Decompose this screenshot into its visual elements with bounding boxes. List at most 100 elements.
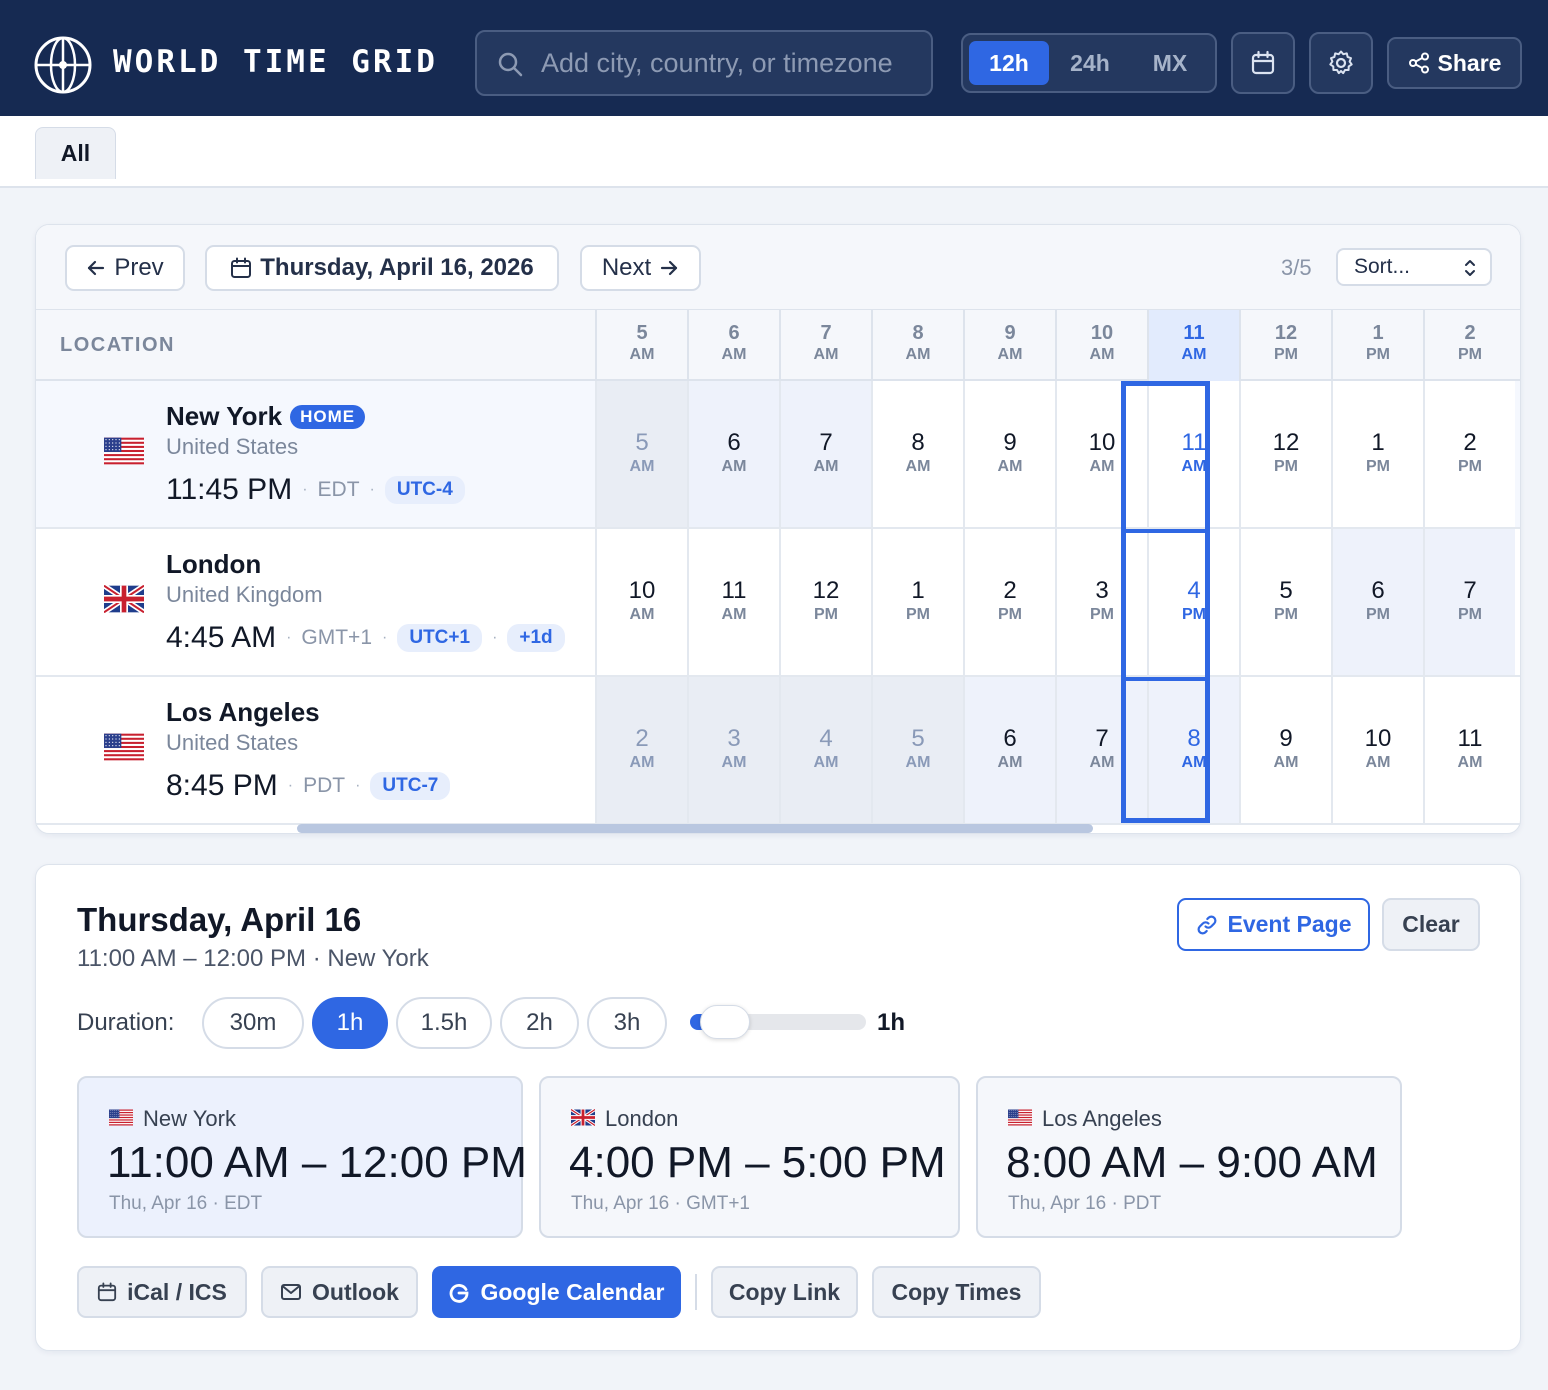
hour-period: AM — [629, 458, 655, 475]
tz-card-range: 8:00 AM – 9:00 AM — [1006, 1138, 1378, 1187]
hour-number: 12 — [1272, 429, 1300, 456]
location-row: Los Angeles United States 8:45 PM · PDT · UTC-… — [36, 677, 1520, 825]
date-picker-button[interactable]: Thursday, April 16, 2026 — [205, 245, 559, 291]
event-page-button[interactable]: Event Page — [1177, 898, 1370, 951]
format-24h-button[interactable]: 24h — [1051, 41, 1129, 85]
hour-header[interactable]: 2 PM — [1423, 310, 1515, 381]
hour-cell[interactable]: 10 AM — [1055, 381, 1147, 527]
hour-period: PM — [1458, 606, 1482, 623]
slider-handle[interactable] — [700, 1005, 750, 1039]
tz-card-meta: Thu, Apr 16 · GMT+1 — [571, 1193, 750, 1214]
hour-header[interactable]: 9 AM — [963, 310, 1055, 381]
duration-3h-chip[interactable]: 3h — [587, 997, 667, 1049]
prev-button[interactable]: Prev — [65, 245, 185, 291]
sort-select[interactable]: Sort... — [1336, 248, 1492, 286]
hour-number: 1 — [1372, 322, 1384, 344]
search-input[interactable] — [541, 40, 921, 86]
location-header: LOCATION — [60, 334, 175, 356]
hour-cell[interactable]: 6 AM — [963, 677, 1055, 823]
calendar-button[interactable] — [1231, 32, 1295, 94]
event-title: Thursday, April 16 — [77, 901, 362, 938]
hour-cell[interactable]: 11 AM — [1147, 381, 1239, 527]
home-badge: HOME — [290, 405, 366, 429]
hour-cell[interactable]: 8 AM — [871, 381, 963, 527]
hour-period: AM — [629, 754, 655, 771]
hour-cell[interactable]: 12 PM — [1239, 381, 1331, 527]
duration-30m-chip[interactable]: 30m — [202, 997, 304, 1049]
ical-button[interactable]: iCal / ICS — [77, 1266, 247, 1318]
hour-cell[interactable]: 10 AM — [1331, 677, 1423, 823]
tab-all[interactable]: All — [35, 127, 116, 179]
hour-cell[interactable]: 12 PM — [779, 529, 871, 675]
hour-cell[interactable]: 11 AM — [1423, 677, 1515, 823]
format-mx-button[interactable]: MX — [1131, 41, 1209, 85]
uk-flag-icon — [102, 583, 146, 615]
hour-cell[interactable]: 5 AM — [595, 381, 687, 527]
hour-cell[interactable]: 1 PM — [1331, 381, 1423, 527]
hour-header[interactable]: 5 AM — [595, 310, 687, 381]
next-button[interactable]: Next — [580, 245, 701, 291]
mail-icon — [281, 1284, 302, 1300]
hour-period: AM — [905, 754, 931, 771]
hour-number: 7 — [1095, 725, 1109, 752]
hour-cell[interactable]: 10 AM — [595, 529, 687, 675]
settings-button[interactable] — [1309, 32, 1373, 94]
share-button[interactable]: Share — [1387, 37, 1522, 89]
hour-cell[interactable]: 6 PM — [1331, 529, 1423, 675]
hour-header[interactable]: 12 PM — [1239, 310, 1331, 381]
hour-number: 1 — [1371, 429, 1385, 456]
tz-card-range: 11:00 AM – 12:00 PM — [107, 1138, 527, 1187]
hour-cell[interactable]: 7 PM — [1423, 529, 1515, 675]
hour-header[interactable]: 11 AM — [1147, 310, 1239, 381]
hour-header[interactable]: 7 AM — [779, 310, 871, 381]
hour-cell[interactable]: 3 AM — [687, 677, 779, 823]
hour-cell[interactable]: 7 AM — [779, 381, 871, 527]
hour-cell[interactable]: 4 PM — [1147, 529, 1239, 675]
hour-header[interactable]: 8 AM — [871, 310, 963, 381]
hour-header[interactable]: 1 PM — [1331, 310, 1423, 381]
duration-2h-chip[interactable]: 2h — [500, 997, 579, 1049]
hour-number: 11 — [1457, 725, 1483, 752]
copy-link-label: Copy Link — [728, 1278, 841, 1305]
google-calendar-button[interactable]: Google Calendar — [432, 1266, 681, 1318]
hour-cell[interactable]: 2 AM — [595, 677, 687, 823]
duration-1h-chip[interactable]: 1h — [312, 997, 388, 1049]
hour-cell[interactable]: 5 PM — [1239, 529, 1331, 675]
duration-slider[interactable] — [690, 1005, 866, 1039]
hour-number: 6 — [727, 429, 741, 456]
hour-period: AM — [813, 346, 839, 363]
horizontal-scrollbar[interactable] — [297, 824, 1093, 833]
hour-cell[interactable]: 1 PM — [871, 529, 963, 675]
hour-number: 11 — [1183, 322, 1205, 344]
hour-cell[interactable]: 2 PM — [963, 529, 1055, 675]
hour-number: 7 — [820, 322, 832, 344]
hour-cell[interactable]: 11 AM — [687, 529, 779, 675]
hour-number: 5 — [636, 322, 648, 344]
current-time: 11:45 PM — [166, 473, 293, 506]
timezone-abbr: PDT — [303, 774, 346, 797]
hour-cell[interactable]: 9 AM — [1239, 677, 1331, 823]
copy-times-label: Copy Times — [891, 1278, 1022, 1305]
hour-cell[interactable]: 6 AM — [687, 381, 779, 527]
hour-period: PM — [1274, 458, 1298, 475]
hour-cell[interactable]: 2 PM — [1423, 381, 1515, 527]
hour-cell[interactable]: 5 AM — [871, 677, 963, 823]
duration-1-5h-chip[interactable]: 1.5h — [396, 997, 492, 1049]
outlook-button[interactable]: Outlook — [261, 1266, 418, 1318]
hour-cell[interactable]: 8 AM — [1147, 677, 1239, 823]
hour-cell[interactable]: 4 AM — [779, 677, 871, 823]
hour-header[interactable]: 10 AM — [1055, 310, 1147, 381]
copy-times-button[interactable]: Copy Times — [872, 1266, 1041, 1318]
hour-header[interactable]: 6 AM — [687, 310, 779, 381]
chevron-updown-icon — [1465, 260, 1475, 276]
hour-cell[interactable]: 7 AM — [1055, 677, 1147, 823]
hour-cell[interactable]: 9 AM — [963, 381, 1055, 527]
duration-value: 1h — [877, 1009, 906, 1036]
hour-period: PM — [1366, 606, 1390, 623]
copy-link-button[interactable]: Copy Link — [711, 1266, 858, 1318]
clear-button[interactable]: Clear — [1382, 898, 1480, 951]
format-12h-button[interactable]: 12h — [969, 41, 1049, 85]
hour-cell[interactable]: 3 PM — [1055, 529, 1147, 675]
hour-number: 4 — [1187, 577, 1201, 604]
search-box[interactable] — [475, 30, 933, 96]
